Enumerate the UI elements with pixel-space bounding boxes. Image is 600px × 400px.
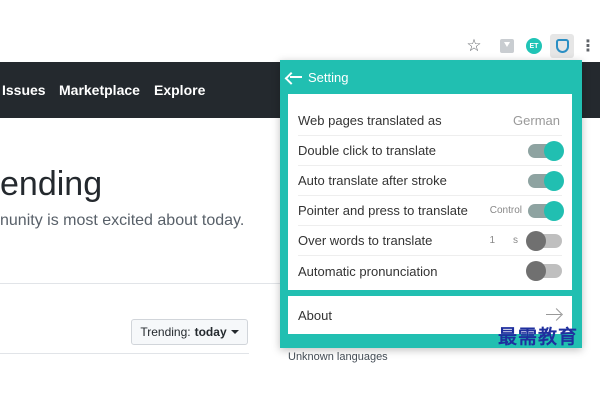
setting-label: Automatic pronunciation <box>298 263 438 279</box>
setting-row-double-click: Double click to translate <box>298 136 564 166</box>
setting-label: Auto translate after stroke <box>298 173 447 188</box>
arrow-right-icon <box>546 309 562 321</box>
setting-row-over-words: Over words to translate 1 s <box>298 226 562 256</box>
back-arrow-icon[interactable] <box>288 69 304 85</box>
auto-translate-toggle[interactable] <box>528 170 564 191</box>
page-title: ending <box>0 165 103 203</box>
delay-unit: s <box>513 235 518 246</box>
setting-label: Double click to translate <box>298 143 437 158</box>
over-words-toggle[interactable] <box>526 230 562 251</box>
delay-seconds-value[interactable]: 1 <box>489 235 495 246</box>
translate-settings-popup: Setting Web pages translated as German D… <box>280 60 582 348</box>
double-click-toggle[interactable] <box>528 140 564 161</box>
pronunciation-toggle[interactable] <box>526 261 562 281</box>
popup-title: Setting <box>308 69 349 85</box>
nav-marketplace[interactable]: Marketplace <box>59 82 140 98</box>
setting-label: Over words to translate <box>298 233 433 248</box>
setting-row-pronunciation: Automatic pronunciation <box>298 256 562 286</box>
setting-row-target-language[interactable]: Web pages translated as German <box>298 106 562 136</box>
setting-label: Pointer and press to translate <box>298 203 468 218</box>
about-label: About <box>298 307 332 323</box>
nav-explore[interactable]: Explore <box>154 82 205 98</box>
trending-value: today <box>194 325 227 339</box>
modifier-key-value[interactable]: Control <box>490 205 522 216</box>
pointer-press-toggle[interactable] <box>528 200 564 221</box>
browser-toolbar: ☆ ET ⋮ <box>0 0 600 62</box>
bottom-divider <box>0 353 249 354</box>
download-extension-icon[interactable] <box>497 36 517 56</box>
trending-select[interactable]: Trending: today <box>131 319 248 345</box>
setting-label: Web pages translated as <box>298 113 442 128</box>
et-badge: ET <box>526 38 542 54</box>
star-icon[interactable]: ☆ <box>464 36 484 56</box>
setting-row-auto-translate: Auto translate after stroke <box>298 166 564 196</box>
translate-extension-icon[interactable] <box>550 34 574 58</box>
page-subtitle: nunity is most excited about today. <box>0 212 245 229</box>
unknown-languages-link[interactable]: Unknown languages <box>288 351 388 363</box>
caret-down-icon <box>230 330 239 334</box>
content-divider <box>0 283 280 284</box>
nav-issues[interactable]: Issues <box>2 82 46 98</box>
popup-header: Setting <box>280 60 582 94</box>
watermark-text: 最需教育 <box>498 326 579 348</box>
trending-label: Trending: <box>140 325 191 339</box>
setting-row-pointer-press: Pointer and press to translate Control <box>298 196 564 226</box>
menu-icon[interactable]: ⋮ <box>578 36 598 56</box>
target-language-value[interactable]: German <box>513 113 560 128</box>
et-extension-icon[interactable]: ET <box>524 36 544 56</box>
settings-card: Web pages translated as German Double cl… <box>288 94 572 290</box>
